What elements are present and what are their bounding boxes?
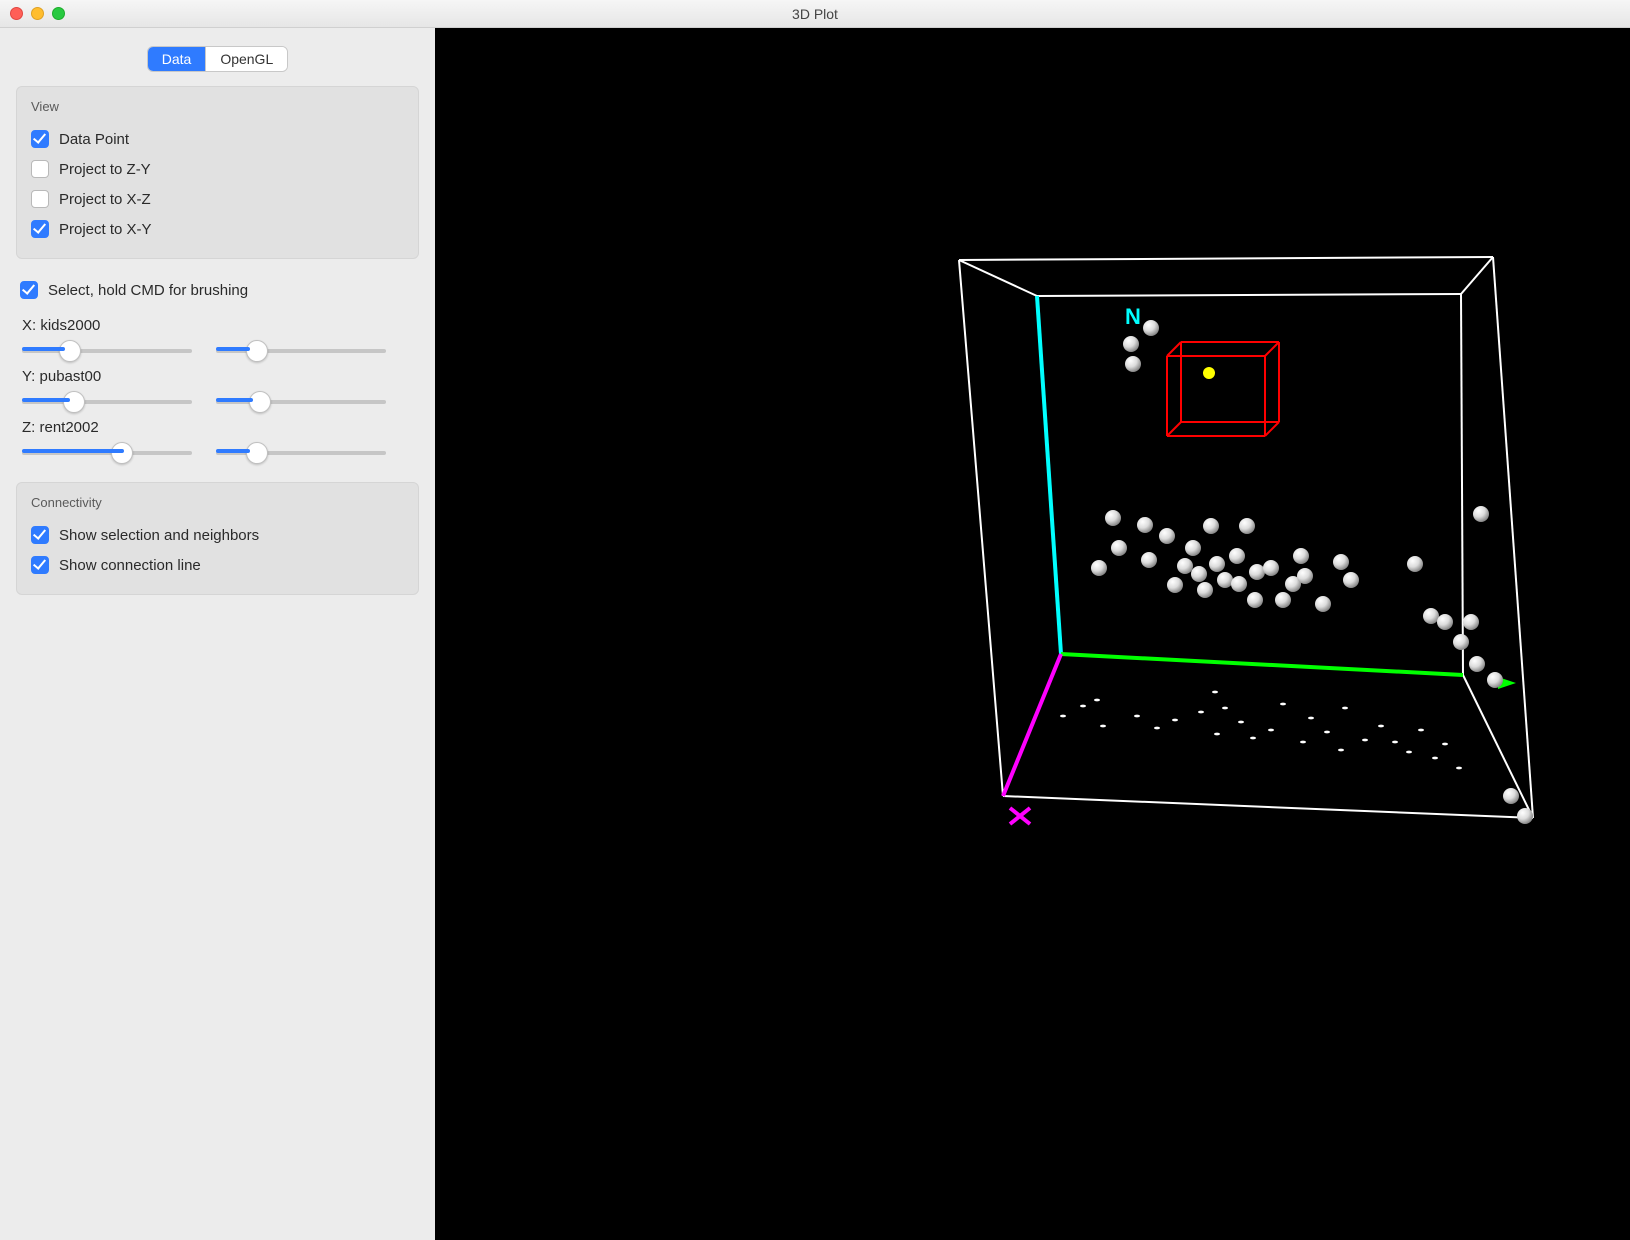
check-project-zy[interactable]: Project to Z-Y	[31, 154, 404, 184]
slider-z-lo[interactable]	[22, 451, 192, 455]
plot-viewport[interactable]: N	[435, 28, 1630, 1240]
check-label: Data Point	[59, 131, 129, 148]
checkbox-project-xz[interactable]	[31, 190, 49, 208]
svg-text:N: N	[1125, 304, 1141, 329]
check-label: Project to Z-Y	[59, 161, 151, 178]
tab-data[interactable]: Data	[148, 47, 206, 71]
check-project-xz[interactable]: Project to X-Z	[31, 184, 404, 214]
axis-x-block: X: kids2000	[22, 317, 413, 358]
check-label: Project to X-Z	[59, 191, 151, 208]
check-project-xy[interactable]: Project to X-Y	[31, 214, 404, 244]
check-show-connection[interactable]: Show connection line	[31, 550, 404, 580]
slider-x-hi[interactable]	[216, 349, 386, 353]
checkbox-show-selection[interactable]	[31, 526, 49, 544]
connectivity-title: Connectivity	[31, 495, 404, 510]
axis-z-label: Z: rent2002	[22, 419, 413, 436]
connectivity-panel: Connectivity Show selection and neighbor…	[16, 482, 419, 595]
tab-opengl[interactable]: OpenGL	[205, 47, 287, 71]
view-panel-title: View	[31, 99, 404, 114]
slider-y-lo[interactable]	[22, 400, 192, 404]
check-label: Select, hold CMD for brushing	[48, 282, 248, 299]
checkbox-project-xy[interactable]	[31, 220, 49, 238]
checkbox-show-connection[interactable]	[31, 556, 49, 574]
view-panel: View Data Point Project to Z-Y Project t…	[16, 86, 419, 259]
axis-y-block: Y: pubast00	[22, 368, 413, 409]
axis-x-label: X: kids2000	[22, 317, 413, 334]
tab-control: Data OpenGL	[147, 46, 289, 72]
check-show-selection[interactable]: Show selection and neighbors	[31, 520, 404, 550]
checkbox-project-zy[interactable]	[31, 160, 49, 178]
plot-canvas[interactable]: N	[435, 28, 1630, 1240]
window-titlebar: 3D Plot	[0, 0, 1630, 28]
slider-y-hi[interactable]	[216, 400, 386, 404]
axis-z-block: Z: rent2002	[22, 419, 413, 460]
checkbox-data-point[interactable]	[31, 130, 49, 148]
check-select-brush[interactable]: Select, hold CMD for brushing	[20, 275, 415, 305]
slider-z-hi[interactable]	[216, 451, 386, 455]
checkbox-select-brush[interactable]	[20, 281, 38, 299]
check-data-point[interactable]: Data Point	[31, 124, 404, 154]
axis-y-label: Y: pubast00	[22, 368, 413, 385]
check-label: Show connection line	[59, 557, 201, 574]
window-title: 3D Plot	[0, 6, 1630, 22]
slider-x-lo[interactable]	[22, 349, 192, 353]
check-label: Project to X-Y	[59, 221, 152, 238]
check-label: Show selection and neighbors	[59, 527, 259, 544]
sidebar: Data OpenGL View Data Point Project to Z…	[0, 28, 435, 1240]
